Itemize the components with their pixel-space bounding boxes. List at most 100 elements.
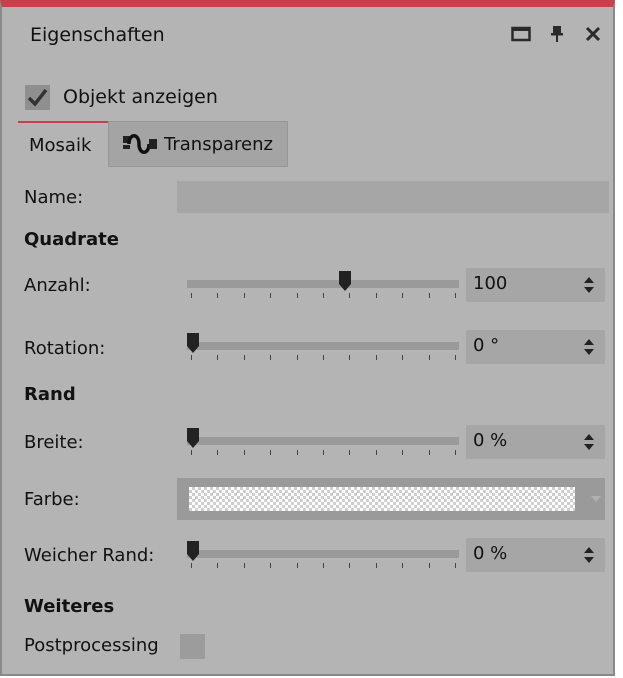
slider-tick bbox=[243, 293, 245, 298]
breite-value: 0 % bbox=[473, 430, 508, 451]
slider-thumb[interactable] bbox=[338, 271, 351, 291]
slider-tick bbox=[349, 293, 351, 298]
rotation-spinbox[interactable]: 0 ° bbox=[466, 330, 605, 364]
section-rand: Rand bbox=[24, 384, 76, 405]
slider-track bbox=[187, 550, 459, 558]
slider-tick bbox=[428, 450, 430, 455]
slider-tick bbox=[375, 450, 377, 455]
tab-bar: Mosaik Transparenz bbox=[18, 121, 613, 167]
slider-tick bbox=[217, 293, 219, 298]
weicher-rand-label: Weicher Rand: bbox=[24, 545, 155, 566]
slider-tick bbox=[455, 450, 456, 455]
rotation-label: Rotation: bbox=[24, 338, 106, 359]
slider-tick bbox=[428, 563, 430, 568]
spin-arrows-icon[interactable] bbox=[583, 432, 595, 452]
weicher-rand-value: 0 % bbox=[473, 543, 508, 564]
tab-mosaik[interactable]: Mosaik bbox=[18, 121, 108, 167]
slider-ticks bbox=[187, 563, 459, 569]
panel-title: Eigenschaften bbox=[30, 24, 165, 46]
maximize-icon[interactable] bbox=[509, 23, 533, 45]
color-swatch[interactable] bbox=[189, 487, 575, 511]
slider-tick bbox=[323, 563, 324, 568]
slider-tick bbox=[323, 450, 324, 455]
slider-tick bbox=[191, 355, 192, 360]
slider-track bbox=[187, 342, 459, 350]
show-object-label: Objekt anzeigen bbox=[63, 86, 218, 108]
postprocessing-checkbox[interactable] bbox=[180, 634, 205, 659]
name-input[interactable] bbox=[177, 181, 609, 213]
slider-tick bbox=[270, 450, 272, 455]
slider-ticks bbox=[187, 293, 459, 299]
slider-tick bbox=[191, 563, 192, 568]
tab-transparenz-label: Transparenz bbox=[164, 133, 273, 155]
slider-tick bbox=[296, 563, 298, 568]
slider-tick bbox=[191, 293, 192, 298]
slider-tick bbox=[217, 355, 219, 360]
show-object-row[interactable]: Objekt anzeigen bbox=[25, 83, 218, 111]
weicher-rand-slider[interactable] bbox=[187, 539, 459, 569]
slider-tick bbox=[455, 355, 456, 360]
slider-tick bbox=[402, 355, 404, 360]
slider-tick bbox=[217, 563, 219, 568]
slider-tick bbox=[455, 563, 456, 568]
titlebar-controls bbox=[509, 23, 605, 45]
pin-icon[interactable] bbox=[545, 23, 569, 45]
section-quadrate: Quadrate bbox=[24, 229, 119, 250]
panel-titlebar: Eigenschaften bbox=[2, 7, 613, 57]
slider-tick bbox=[428, 355, 430, 360]
slider-tick bbox=[375, 293, 377, 298]
slider-tick bbox=[455, 293, 456, 298]
rotation-slider[interactable] bbox=[187, 331, 459, 361]
slider-thumb[interactable] bbox=[187, 428, 199, 448]
slider-tick bbox=[402, 450, 404, 455]
close-icon[interactable] bbox=[581, 23, 605, 45]
breite-label: Breite: bbox=[24, 432, 84, 453]
color-picker[interactable] bbox=[177, 478, 605, 520]
slider-tick bbox=[296, 355, 298, 360]
slider-tick bbox=[270, 355, 272, 360]
slider-thumb[interactable] bbox=[187, 541, 199, 561]
chevron-down-icon[interactable] bbox=[589, 492, 603, 506]
name-label: Name: bbox=[24, 187, 84, 208]
slider-track bbox=[187, 280, 459, 288]
slider-tick bbox=[270, 563, 272, 568]
breite-spinbox[interactable]: 0 % bbox=[466, 425, 605, 459]
section-weiteres: Weiteres bbox=[24, 596, 115, 617]
checkmark-icon bbox=[27, 88, 48, 107]
slider-tick bbox=[402, 563, 404, 568]
slider-tick bbox=[243, 563, 245, 568]
tab-mosaik-label: Mosaik bbox=[29, 134, 92, 156]
anzahl-label: Anzahl: bbox=[24, 275, 91, 296]
breite-slider[interactable] bbox=[187, 426, 459, 456]
spin-arrows-icon[interactable] bbox=[583, 337, 595, 357]
slider-tick bbox=[191, 450, 192, 455]
slider-tick bbox=[349, 563, 351, 568]
slider-tick bbox=[243, 450, 245, 455]
transparency-icon bbox=[123, 134, 157, 154]
slider-tick bbox=[296, 293, 298, 298]
slider-track bbox=[187, 437, 459, 445]
weicher-rand-spinbox[interactable]: 0 % bbox=[466, 538, 605, 572]
slider-tick bbox=[428, 293, 430, 298]
show-object-checkbox[interactable] bbox=[25, 84, 50, 110]
tab-transparenz[interactable]: Transparenz bbox=[108, 121, 288, 167]
rotation-value: 0 ° bbox=[473, 335, 500, 356]
slider-tick bbox=[375, 563, 377, 568]
slider-ticks bbox=[187, 450, 459, 456]
anzahl-value: 100 bbox=[473, 273, 508, 294]
slider-tick bbox=[323, 355, 324, 360]
postprocessing-label: Postprocessing bbox=[24, 635, 159, 656]
spin-arrows-icon[interactable] bbox=[583, 545, 595, 565]
anzahl-slider[interactable] bbox=[187, 269, 459, 299]
slider-tick bbox=[217, 450, 219, 455]
spin-arrows-icon[interactable] bbox=[583, 275, 595, 295]
slider-tick bbox=[402, 293, 404, 298]
slider-tick bbox=[296, 450, 298, 455]
slider-thumb[interactable] bbox=[187, 333, 199, 353]
slider-tick bbox=[270, 293, 272, 298]
anzahl-spinbox[interactable]: 100 bbox=[466, 268, 605, 302]
slider-ticks bbox=[187, 355, 459, 361]
slider-tick bbox=[349, 450, 351, 455]
slider-tick bbox=[375, 355, 377, 360]
slider-tick bbox=[323, 293, 324, 298]
